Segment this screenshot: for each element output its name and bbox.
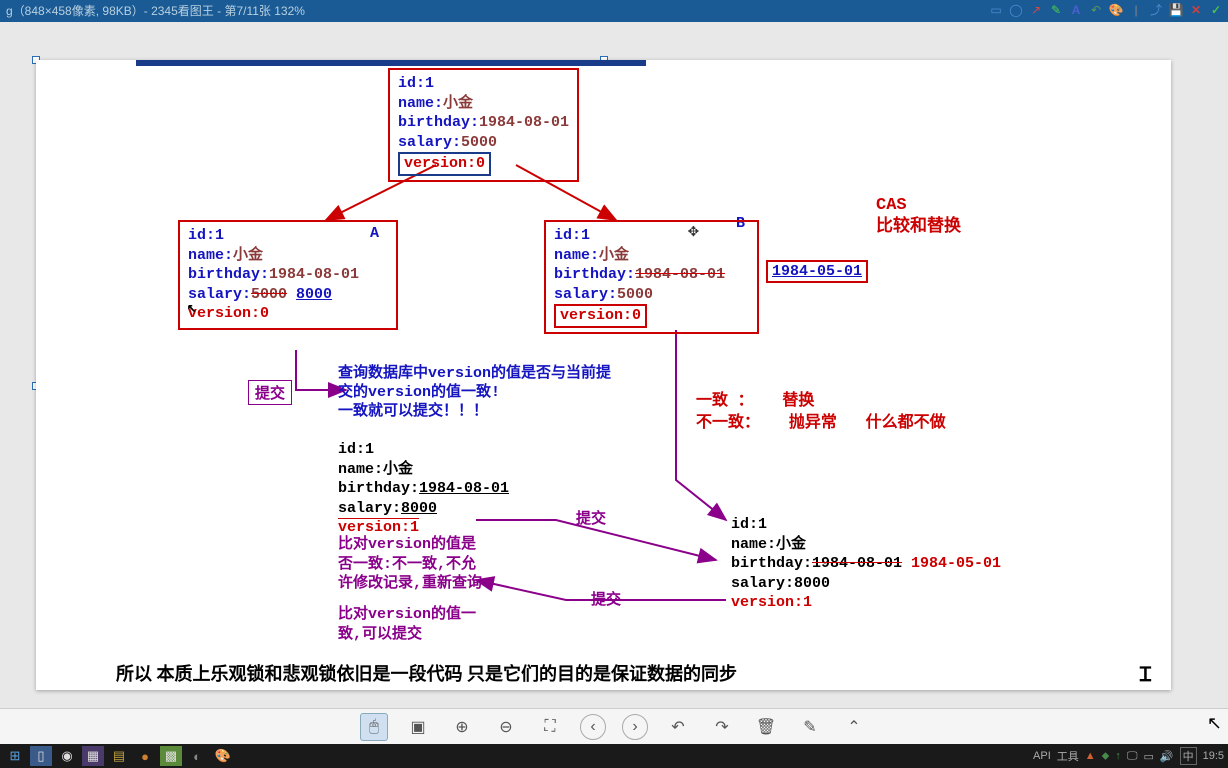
app-icon[interactable]: ● <box>134 746 156 766</box>
zoom-out-icon[interactable]: ⊖ <box>492 713 520 741</box>
viewer-toolbar: 🖱 ▣ ⊕ ⊖ ⛶ ‹ › ↶ ↷ 🗑 ✎ ⌃ <box>0 708 1228 744</box>
separator: | <box>1128 2 1144 18</box>
next-image-icon[interactable]: › <box>622 714 648 740</box>
compare-fail-note: 比对version的值是 否一致:不一致,不允 许修改记录,重新查询 <box>338 535 482 594</box>
new-date-b: 1984-05-01 <box>766 260 868 283</box>
tray-api-label[interactable]: API <box>1033 750 1051 762</box>
submit-label-1: 提交 <box>248 380 292 405</box>
image-viewer-icon[interactable]: ▩ <box>160 746 182 766</box>
cursor-arrow-icon: ↖ <box>187 297 197 317</box>
chrome-icon[interactable]: ◉ <box>56 746 78 766</box>
record-box-top: id:1 name:小金 birthday:1984-08-01 salary:… <box>388 68 579 182</box>
app-icon[interactable]: ◐ <box>186 746 208 766</box>
tray-icon[interactable]: ⬥ <box>1102 750 1110 763</box>
text-tool-icon[interactable]: A <box>1068 2 1084 18</box>
record-box-a: id:1 name:小金 birthday:1984-08-01 salary:… <box>178 220 398 330</box>
more-icon[interactable]: ⌃ <box>840 713 868 741</box>
title-bar: g（848×458像素, 98KB）- 2345看图王 - 第7/11张 132… <box>0 0 1228 22</box>
text-cursor-icon: Ɪ <box>1140 660 1151 687</box>
save-icon[interactable]: 💾 <box>1168 2 1184 18</box>
system-tray: API 工具 ▲ ⬥ ↑ 🖵 ▭ 🔊 中 19:5 <box>1033 747 1224 765</box>
record-mid: id:1 name:小金 birthday:1984-08-01 salary:… <box>338 440 509 538</box>
submit-label-2: 提交 <box>576 507 606 528</box>
tray-icon[interactable]: ▲ <box>1085 750 1096 762</box>
ide-icon[interactable]: ▦ <box>82 746 104 766</box>
tray-battery-icon[interactable]: ▭ <box>1143 750 1153 763</box>
brush-tool-icon[interactable]: ✎ <box>1048 2 1064 18</box>
summary-text: 所以 本质上乐观锁和悲观锁依旧是一段代码 只是它们的目的是保证数据的同步 <box>116 660 737 686</box>
record-box-b: id:1 name:小金 birthday:1984-08-01 salary:… <box>544 220 759 334</box>
tray-clock[interactable]: 19:5 <box>1203 750 1224 762</box>
fit-icon[interactable]: ⛶ <box>536 713 564 741</box>
undo-icon[interactable]: ↶ <box>664 713 692 741</box>
move-cursor-icon: ✥ <box>688 220 699 242</box>
check-icon[interactable]: ✓ <box>1208 2 1224 18</box>
paint-icon[interactable]: 🎨 <box>212 746 234 766</box>
annotation-toolbar: ▭ ◯ ↗ ✎ A ↶ 🎨 | ⤴ 💾 ✕ ✓ <box>988 2 1224 18</box>
windows-taskbar: ⊞ ▯ ◉ ▦ ▤ ● ▩ ◐ 🎨 API 工具 ▲ ⬥ ↑ 🖵 ▭ 🔊 中 1… <box>0 744 1228 768</box>
tray-ime-label[interactable]: 中 <box>1180 747 1197 765</box>
taskview-icon[interactable]: ▯ <box>30 746 52 766</box>
window-title: g（848×458像素, 98KB）- 2345看图王 - 第7/11张 132… <box>6 4 305 18</box>
record-right: id:1 name:小金 birthday:1984-08-01 1984-05… <box>731 515 1001 613</box>
mouse-cursor-icon: ↖ <box>1207 713 1222 734</box>
pointer-tool-icon[interactable]: 🖱 <box>360 713 388 741</box>
tray-network-icon[interactable]: ↑ <box>1115 750 1121 762</box>
arrow-tool-icon[interactable]: ↗ <box>1028 2 1044 18</box>
tray-tools-label[interactable]: 工具 <box>1057 748 1079 764</box>
start-button-icon[interactable]: ⊞ <box>4 746 26 766</box>
canvas-area[interactable]: id:1 name:小金 birthday:1984-08-01 salary:… <box>0 22 1228 710</box>
cas-label: CAS 比较和替换 <box>876 195 961 239</box>
rect-tool-icon[interactable]: ▭ <box>988 2 1004 18</box>
edit-icon[interactable]: ✎ <box>796 713 824 741</box>
palette-tool-icon[interactable]: 🎨 <box>1108 2 1124 18</box>
redo-icon[interactable]: ↷ <box>708 713 736 741</box>
tray-monitor-icon[interactable]: 🖵 <box>1127 750 1138 763</box>
rotate-tool-icon[interactable]: ↶ <box>1088 2 1104 18</box>
share-icon[interactable]: ⤴ <box>1148 2 1164 18</box>
crop-icon[interactable]: ▣ <box>404 713 432 741</box>
app-icon[interactable]: ▤ <box>108 746 130 766</box>
outcome-note: 一致 ： 替换 不一致： 抛异常 什么都不做 <box>696 390 946 435</box>
compare-ok-note: 比对version的值一 致,可以提交 <box>338 605 476 644</box>
zoom-in-icon[interactable]: ⊕ <box>448 713 476 741</box>
close-icon[interactable]: ✕ <box>1188 2 1204 18</box>
submit-label-3: 提交 <box>591 588 621 609</box>
image-page: id:1 name:小金 birthday:1984-08-01 salary:… <box>36 60 1171 690</box>
query-note: 查询数据库中version的值是否与当前提 交的version的值一致! 一致就… <box>338 365 611 421</box>
delete-icon[interactable]: 🗑 <box>752 713 780 741</box>
diagram: id:1 name:小金 birthday:1984-08-01 salary:… <box>36 60 1171 690</box>
circle-tool-icon[interactable]: ◯ <box>1008 2 1024 18</box>
tray-volume-icon[interactable]: 🔊 <box>1160 750 1174 763</box>
prev-image-icon[interactable]: ‹ <box>580 714 606 740</box>
